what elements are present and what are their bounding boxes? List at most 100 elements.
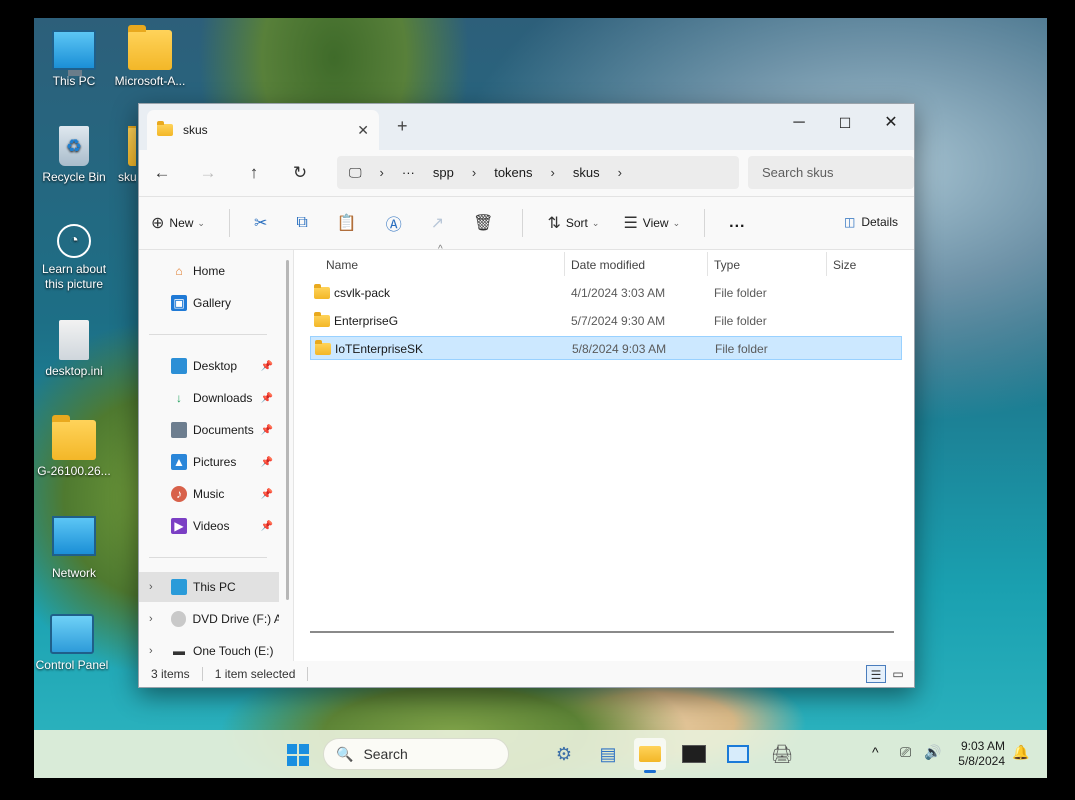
new-button[interactable]: ⊕ New ⌄: [151, 213, 205, 233]
pin-icon[interactable]: 📌: [261, 361, 273, 372]
column-divider[interactable]: [707, 252, 708, 276]
desktop-icon-g-folder[interactable]: G-26100.26...: [34, 415, 114, 478]
rename-button[interactable]: Ⓐ: [386, 211, 407, 235]
pin-icon[interactable]: 📌: [261, 521, 273, 532]
close-window-button[interactable]: ✕: [868, 108, 914, 138]
nav-label: Pictures: [193, 455, 237, 469]
notepad-icon[interactable]: ▤: [592, 738, 624, 770]
desktop-icon-label: Control Panel: [35, 658, 109, 672]
terminal-icon[interactable]: [678, 738, 710, 770]
column-header-date[interactable]: Date modified: [571, 258, 645, 272]
nav-item-pictures[interactable]: ▲ Pictures 📌: [139, 447, 279, 477]
nav-item-this-pc[interactable]: › This PC: [139, 572, 279, 602]
breadcrumb-spp[interactable]: spp: [433, 165, 454, 180]
view-button[interactable]: ☰ View ⌄: [623, 213, 680, 233]
ellipsis-icon[interactable]: ···: [402, 165, 415, 180]
horizontal-scrollbar[interactable]: [310, 631, 894, 633]
breadcrumb-tokens[interactable]: tokens: [494, 165, 532, 180]
search-input[interactable]: Search skus: [748, 156, 914, 189]
paste-button[interactable]: 📋: [337, 213, 362, 233]
desktop-icon-desktop-ini[interactable]: desktop.ini: [34, 320, 114, 378]
desktop-icon-learn-picture[interactable]: ◔ Learn about this picture: [34, 224, 114, 292]
settings-gear-icon[interactable]: ⚙: [548, 738, 580, 770]
nav-item-dvd-drive[interactable]: › DVD Drive (F:) A: [139, 604, 279, 634]
sort-icon: ⇅: [547, 215, 561, 232]
clipboard-icon: 📋: [336, 215, 357, 232]
minimize-button[interactable]: ─: [776, 108, 822, 138]
document-icon: [171, 422, 187, 438]
desktop-icon-network[interactable]: Network: [34, 516, 114, 580]
file-type: File folder: [714, 286, 767, 300]
details-button[interactable]: ◫ Details: [844, 215, 898, 229]
desktop-icon-label: desktop.ini: [45, 364, 103, 378]
back-button[interactable]: ←: [139, 163, 185, 183]
taskbar: 🔍 Search ⚙ ▤ 🖨 ^ ⎚ 🔊 9:03 AM 5/8/2024 🔔: [34, 730, 1047, 778]
pin-icon[interactable]: 📌: [261, 425, 273, 436]
rename-icon: Ⓐ: [385, 217, 402, 234]
nav-divider: [149, 334, 267, 335]
address-bar[interactable]: 🖵 › ··· spp › tokens › skus ›: [337, 156, 739, 189]
pin-icon[interactable]: 📌: [261, 393, 273, 404]
taskbar-search[interactable]: 🔍 Search: [323, 738, 509, 770]
chevron-right-icon[interactable]: ›: [149, 645, 153, 657]
column-divider[interactable]: [826, 252, 827, 276]
nav-item-music[interactable]: ♪ Music 📌: [139, 479, 279, 509]
music-icon: ♪: [171, 486, 187, 502]
chevron-right-icon[interactable]: ›: [149, 613, 153, 625]
start-button[interactable]: [287, 744, 309, 766]
maximize-button[interactable]: ☐: [822, 108, 868, 138]
column-divider[interactable]: [564, 252, 565, 276]
nav-item-documents[interactable]: Documents 📌: [139, 415, 279, 445]
sort-button[interactable]: ⇅ Sort ⌄: [547, 213, 599, 233]
details-pane-icon: ◫: [843, 215, 856, 229]
desktop-icon-this-pc[interactable]: This PC: [34, 30, 114, 88]
volume-icon[interactable]: 🔊: [924, 744, 941, 761]
chevron-down-icon: ⌄: [672, 217, 681, 228]
tab-skus[interactable]: skus ✕: [147, 110, 379, 150]
up-button[interactable]: ↑: [231, 163, 277, 183]
nav-item-gallery[interactable]: ▣ Gallery: [139, 288, 279, 318]
cut-button[interactable]: ✂: [254, 213, 272, 233]
column-header-type[interactable]: Type: [714, 258, 740, 272]
forward-button[interactable]: →: [185, 163, 231, 183]
copy-button[interactable]: ⧉: [296, 214, 312, 232]
share-button[interactable]: ↗: [431, 213, 449, 233]
pin-icon[interactable]: 📌: [261, 489, 273, 500]
nav-item-videos[interactable]: ▶ Videos 📌: [139, 511, 279, 541]
delete-button[interactable]: 🗑: [473, 213, 498, 233]
pin-icon[interactable]: 📌: [261, 457, 273, 468]
nav-scrollbar[interactable]: [286, 260, 289, 600]
breadcrumb-skus[interactable]: skus: [573, 165, 600, 180]
videos-icon: ▶: [171, 518, 187, 534]
nav-item-desktop[interactable]: Desktop 📌: [139, 351, 279, 381]
close-tab-icon[interactable]: ✕: [357, 122, 369, 139]
desktop-icon-microsoft-folder[interactable]: Microsoft-A...: [110, 25, 190, 88]
details-view-icon[interactable]: ☰: [866, 665, 886, 683]
chevron-right-icon[interactable]: ›: [149, 581, 153, 593]
app-window-icon[interactable]: [722, 738, 754, 770]
printer-icon[interactable]: 🖨: [766, 738, 798, 770]
search-icon: 🔍: [336, 745, 354, 762]
file-row-selected[interactable]: IoTEnterpriseSK 5/8/2024 9:03 AM File fo…: [310, 336, 902, 360]
file-explorer-taskbar-icon[interactable]: [634, 738, 666, 773]
nav-item-home[interactable]: ⌂ Home: [139, 256, 279, 286]
chevron-right-icon[interactable]: ›: [618, 165, 622, 180]
chevron-up-icon[interactable]: ^: [872, 744, 879, 760]
more-options-button[interactable]: ...: [729, 214, 745, 232]
desktop-icon-control-panel[interactable]: Control Panel: [34, 614, 112, 672]
column-header-name[interactable]: Name: [326, 258, 358, 272]
nav-item-downloads[interactable]: ↓ Downloads 📌: [139, 383, 279, 413]
network-status-icon[interactable]: ⎚: [900, 744, 911, 761]
desktop-icon-skus[interactable]: skus: [96, 126, 136, 184]
refresh-button[interactable]: ↻: [277, 163, 323, 183]
file-date: 5/8/2024 9:03 AM: [572, 342, 667, 356]
new-tab-button[interactable]: +: [397, 116, 408, 137]
clock[interactable]: 9:03 AM 5/8/2024: [958, 739, 1005, 769]
column-header-size[interactable]: Size: [833, 258, 856, 272]
file-row[interactable]: csvlk-pack 4/1/2024 3:03 AM File folder: [310, 281, 902, 305]
toolbar-divider: [228, 209, 230, 237]
file-row[interactable]: EnterpriseG 5/7/2024 9:30 AM File folder: [310, 309, 902, 333]
tiles-view-icon[interactable]: ▭: [888, 665, 908, 683]
terminal-window-icon: [682, 745, 706, 763]
notification-bell-icon[interactable]: 🔔: [1012, 744, 1029, 761]
